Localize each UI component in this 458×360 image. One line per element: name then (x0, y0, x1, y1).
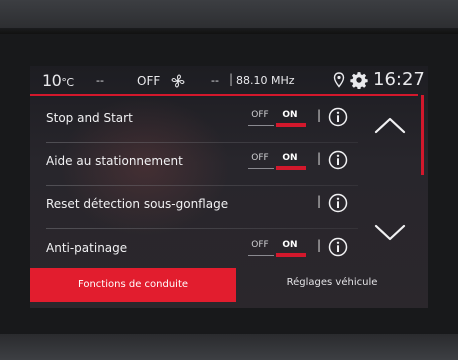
location-pin-icon[interactable] (333, 72, 345, 88)
info-icon[interactable] (328, 150, 348, 170)
toggle-off-label[interactable]: OFF (248, 110, 272, 120)
toggle-on-label[interactable]: ON (278, 153, 302, 163)
info-icon[interactable] (328, 107, 348, 127)
temperature-readout[interactable]: 10°C (42, 71, 74, 90)
toggle-active-indicator (276, 166, 306, 170)
status-separator: | (229, 72, 234, 86)
tab-reglages-vehicule[interactable]: Réglages véhicule (236, 268, 428, 302)
row-separator: | (317, 108, 322, 122)
header-accent-line (30, 94, 418, 96)
tab-fonctions-de-conduite[interactable]: Fonctions de conduite (30, 268, 236, 302)
setting-label: Aide au stationnement (46, 154, 183, 168)
temperature-unit: °C (61, 76, 74, 89)
parking-aid-toggle[interactable]: OFF ON (248, 153, 308, 170)
scrollbar[interactable] (421, 95, 424, 175)
traction-control-toggle[interactable]: OFF ON (248, 240, 308, 257)
toggle-active-indicator (276, 123, 306, 127)
toggle-off-label[interactable]: OFF (248, 153, 272, 163)
toggle-active-indicator (276, 253, 306, 257)
toggle-on-label[interactable]: ON (278, 110, 302, 120)
dashboard-top-trim (0, 0, 458, 34)
chevron-up-icon[interactable] (373, 114, 407, 136)
setting-row-reset-detection: Reset détection sous-gonflage | (30, 186, 370, 222)
setting-row-aide-au-stationnement: Aide au stationnement OFF ON | (30, 143, 370, 179)
toggle-off-label[interactable]: OFF (248, 240, 272, 250)
stop-and-start-toggle[interactable]: OFF ON (248, 110, 308, 127)
clock: 16:27 (373, 69, 425, 90)
row-separator: | (317, 238, 322, 252)
radio-frequency[interactable]: 88.10 MHz (236, 74, 295, 87)
setting-label: Stop and Start (46, 111, 133, 125)
left-climate-placeholder: -- (96, 74, 104, 87)
climate-state[interactable]: OFF (137, 74, 160, 88)
gear-icon[interactable] (350, 71, 368, 89)
setting-row-anti-patinage: Anti-patinage OFF ON | (30, 230, 370, 266)
info-icon[interactable] (328, 237, 348, 257)
right-climate-placeholder: -- (211, 74, 219, 87)
status-bar: 10°C -- OFF -- | 88.10 MHz 16:27 (30, 66, 428, 94)
toggle-on-label[interactable]: ON (278, 240, 302, 250)
setting-row-stop-and-start: Stop and Start OFF ON | (30, 100, 370, 136)
fan-icon[interactable] (170, 73, 186, 89)
setting-label: Anti-patinage (46, 241, 128, 255)
row-separator: | (317, 151, 322, 165)
dashboard-bottom-trim (0, 334, 458, 360)
row-separator: | (317, 194, 322, 208)
chevron-down-icon[interactable] (373, 222, 407, 244)
infotainment-screen: 10°C -- OFF -- | 88.10 MHz 16:27 Stop an… (30, 66, 428, 308)
info-icon[interactable] (328, 193, 348, 213)
row-divider (46, 228, 358, 229)
setting-label[interactable]: Reset détection sous-gonflage (46, 186, 228, 222)
